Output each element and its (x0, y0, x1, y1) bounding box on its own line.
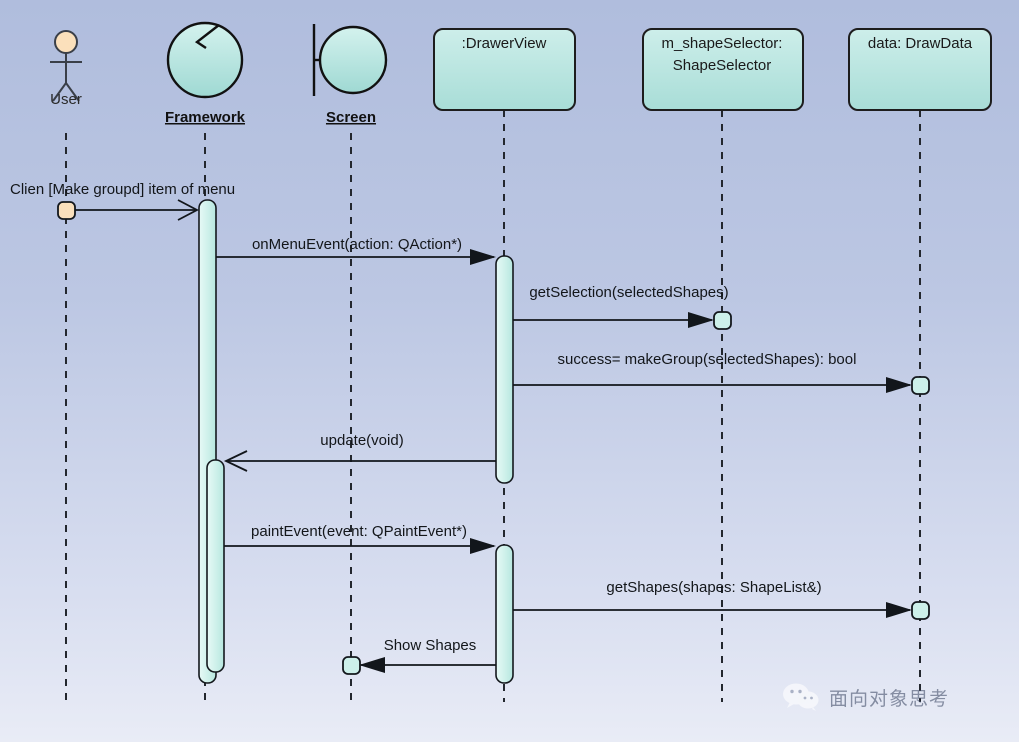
message-label: Show Shapes (384, 637, 477, 654)
participant-label-user: User (50, 91, 82, 108)
participant-user[interactable]: User (50, 30, 82, 108)
participant-label-shapeselector-line1: m_shapeSelector: (662, 35, 783, 52)
wechat-icon (783, 683, 819, 711)
activation-framework-nested (206, 459, 225, 673)
message-label: Clien [Make groupd] item of menu (10, 181, 235, 198)
endpoint-screen (342, 656, 361, 675)
message-get-selection[interactable]: getSelection(selectedShapes) (513, 284, 729, 328)
arrowhead-filled-icon (470, 249, 496, 265)
participant-shapeselector[interactable]: m_shapeSelector: ShapeSelector (642, 28, 804, 111)
endpoint-drawdata-makegroup (911, 376, 930, 395)
message-get-shapes[interactable]: getShapes(shapes: ShapeList&) (513, 579, 912, 618)
control-circle-arrow-icon (166, 21, 244, 99)
message-update[interactable]: update(void) (223, 432, 496, 472)
participant-framework[interactable]: Framework (165, 21, 246, 126)
message-show-shapes[interactable]: Show Shapes (359, 637, 496, 673)
arrowhead-filled-icon (470, 538, 496, 554)
participant-drawerview[interactable]: :DrawerView (433, 28, 576, 111)
participant-label-framework: Framework (165, 109, 246, 126)
message-label: update(void) (320, 432, 403, 449)
boundary-circle-bar-icon (312, 24, 388, 96)
arrowhead-filled-icon (886, 602, 912, 618)
message-label: getShapes(shapes: ShapeList&) (606, 579, 821, 596)
participant-label-drawdata: data: DrawData (868, 35, 973, 52)
activation-drawerview-first (495, 255, 514, 484)
message-label: success= makeGroup(selectedShapes): bool (558, 351, 857, 368)
participant-label-drawerview: :DrawerView (462, 35, 547, 52)
participant-screen[interactable]: Screen (312, 24, 388, 126)
watermark-text: 面向对象思考 (829, 687, 950, 710)
message-paint-event[interactable]: paintEvent(event: QPaintEvent*) (224, 523, 496, 554)
endpoint-user (57, 201, 76, 220)
arrowhead-filled-icon (688, 312, 714, 328)
lifelines (65, 110, 921, 702)
activation-drawerview-second (495, 544, 514, 684)
endpoint-markers (57, 201, 930, 675)
endpoint-shapeselector (713, 311, 732, 330)
participant-label-shapeselector-line2: ShapeSelector (673, 57, 771, 74)
message-label: onMenuEvent(action: QAction*) (252, 236, 462, 253)
message-label: paintEvent(event: QPaintEvent*) (251, 523, 467, 540)
arrowhead-filled-icon (886, 377, 912, 393)
endpoint-drawdata-getshapes (911, 601, 930, 620)
message-make-group[interactable]: success= makeGroup(selectedShapes): bool (513, 351, 912, 393)
sequence-diagram-canvas: User Framework Screen :DrawerView m_shap… (0, 0, 1019, 742)
watermark: 面向对象思考 (782, 682, 949, 712)
message-on-menu-event[interactable]: onMenuEvent(action: QAction*) (216, 236, 496, 265)
participant-label-screen: Screen (326, 109, 376, 126)
participant-drawdata[interactable]: data: DrawData (848, 28, 992, 111)
arrowhead-filled-icon (359, 657, 385, 673)
message-label: getSelection(selectedShapes) (529, 284, 728, 301)
